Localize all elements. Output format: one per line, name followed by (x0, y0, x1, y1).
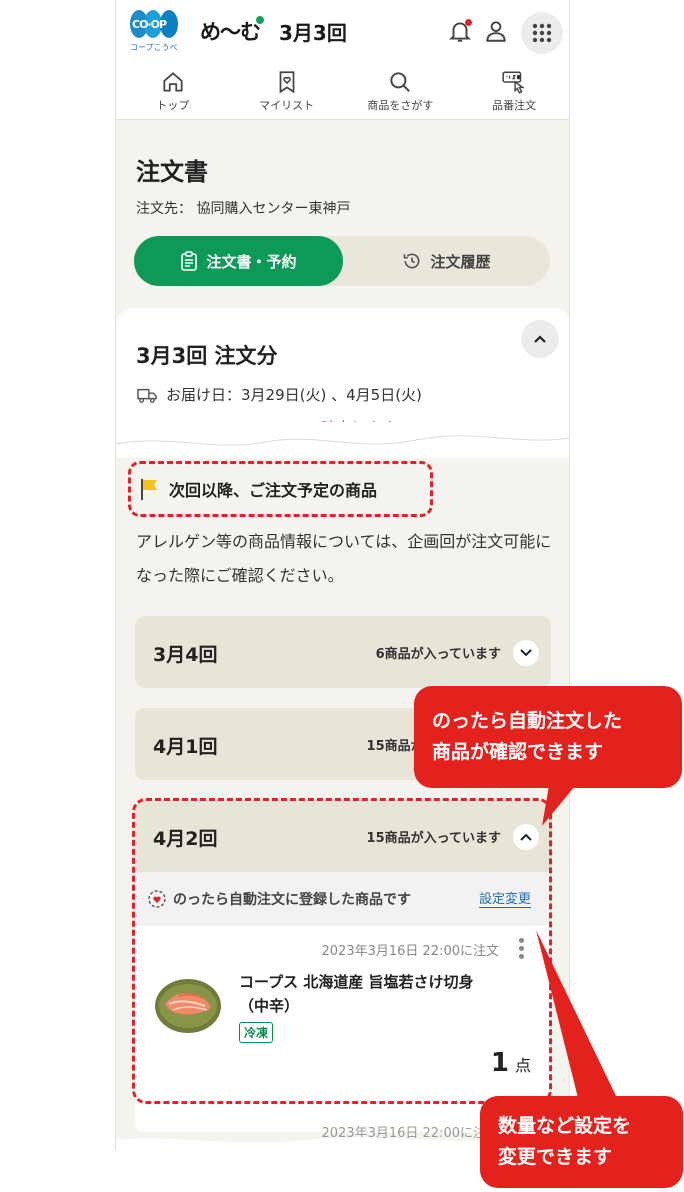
main-nav: トップ マイリスト 商品をさがす 品番注文 (116, 64, 569, 120)
callout-line: のったら自動注文した (432, 710, 623, 732)
accordion-title: 3月4回 (153, 644, 218, 666)
tab-order-history[interactable]: 注文履歴 (343, 236, 550, 286)
logo-text: CO·OP (132, 18, 167, 31)
delivery-date: お届け日：3月29日(火) 、4月5日(火) (136, 384, 422, 405)
future-orders-title: 次回以降、ご注文予定の商品 (169, 481, 378, 500)
allergen-info: アレルゲン等の商品情報については、企画回が注文可能になった際にご確認ください。 (136, 532, 552, 585)
search-icon (390, 72, 411, 92)
notification-bell-icon[interactable] (447, 18, 473, 44)
chevron-down-icon[interactable] (513, 640, 539, 666)
callout-settings: 数量など設定を 変更できます (480, 1096, 683, 1188)
order-tabs: 注文書・予約 注文履歴 (134, 236, 550, 286)
tab-order-history-label: 注文履歴 (430, 252, 491, 271)
highlight-frame (132, 798, 552, 1104)
nav-label: 品番注文 (492, 99, 537, 112)
truck-icon (137, 388, 157, 403)
page-title: 注文書 (136, 158, 208, 186)
logo-subtext: コープこうべ (130, 43, 178, 52)
order-destination: 注文先： 協同購入センター東神戸 (136, 201, 351, 217)
chevron-up-icon (534, 335, 546, 343)
callout-auto-order: のったら自動注文した 商品が確認できます (414, 686, 682, 788)
nav-top[interactable]: トップ (116, 64, 230, 119)
grid-menu-icon[interactable] (521, 12, 563, 54)
accordion-count: 6商品が入っています (375, 647, 501, 662)
delivery-date-text: お届け日：3月29日(火) 、4月5日(火) (166, 386, 422, 404)
flag-icon (141, 479, 157, 500)
nav-number-order[interactable]: 品番注文 (457, 64, 569, 119)
torn-edge (116, 422, 569, 446)
brand-text: め〜む (200, 20, 261, 44)
callout-bottom-tail (536, 930, 618, 1106)
callout-line: 数量など設定を (498, 1115, 632, 1137)
future-orders-heading: 次回以降、ご注文予定の商品 (128, 461, 433, 517)
accordion-title: 4月1回 (153, 736, 218, 758)
callout-line: 変更できます (498, 1146, 613, 1168)
order-card-title: 3月3回 注文分 (136, 344, 278, 368)
nav-label: 商品をさがす (367, 99, 434, 112)
phone-screen: CO·OP コープこうべ め〜む 3月3回 トップ マイリスト 商品をさがす 品… (115, 0, 570, 1150)
round-title: 3月3回 (279, 21, 347, 45)
collapse-button[interactable] (521, 320, 559, 358)
coop-logo[interactable]: CO·OP コープこうべ (130, 10, 180, 54)
top-bar: CO·OP コープこうべ め〜む 3月3回 (116, 0, 569, 64)
number-tap-icon (502, 71, 525, 94)
notification-badge (465, 19, 472, 26)
history-icon (404, 253, 420, 269)
nav-mylist[interactable]: マイリスト (230, 64, 344, 119)
nav-search[interactable]: 商品をさがす (344, 64, 458, 119)
clipboard-icon (181, 251, 198, 271)
brand-dot (256, 16, 264, 24)
user-icon[interactable] (483, 18, 509, 44)
nav-label: マイリスト (259, 99, 315, 112)
tab-order-form[interactable]: 注文書・予約 (134, 236, 343, 286)
home-icon (163, 72, 183, 92)
brand-name: め〜む (200, 16, 264, 46)
accordion-3-4[interactable]: 3月4回 6商品が入っています (135, 616, 551, 688)
nav-label: トップ (156, 99, 190, 112)
tab-order-form-label: 注文書・予約 (206, 252, 297, 271)
callout-line: 商品が確認できます (432, 741, 604, 763)
heart-bookmark-icon (279, 71, 294, 94)
